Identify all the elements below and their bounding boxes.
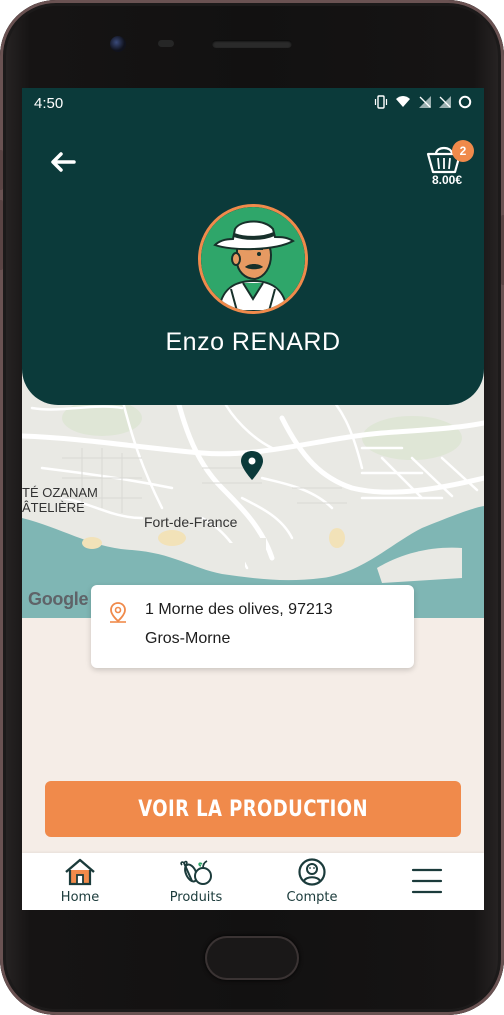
map-label-city: Fort-de-France <box>144 514 238 530</box>
phone-frame: TÉ OZANAM ÂTELIÈRE Fort-de-France Google… <box>0 0 504 1015</box>
produce-icon <box>180 860 212 885</box>
nav-item-home[interactable]: Home <box>42 853 118 910</box>
nav-item-compte[interactable]: Compte <box>272 853 352 910</box>
proximity-sensor <box>158 40 174 47</box>
back-arrow-icon[interactable] <box>48 148 78 176</box>
hamburger-menu-icon <box>411 868 443 894</box>
location-pin-icon <box>110 602 126 623</box>
battery-ring-icon <box>458 95 472 109</box>
google-attribution-logo[interactable]: Google <box>28 589 89 610</box>
earpiece-speaker <box>212 40 292 48</box>
nav-label-compte: Compte <box>286 890 338 905</box>
nav-label-produits: Produits <box>169 890 223 905</box>
cart-total-amount[interactable]: 8.00€ <box>424 173 470 187</box>
side-button-left-2 <box>0 200 3 270</box>
producer-header: 4:50 2 8.00€ Enzo RENARD <box>22 88 484 405</box>
hardware-home-button[interactable] <box>205 936 299 980</box>
address-street: 1 Morne des olives, 97213 <box>145 601 333 618</box>
app-screen: TÉ OZANAM ÂTELIÈRE Fort-de-France Google… <box>22 88 484 910</box>
user-circle-icon <box>298 858 326 886</box>
address-city: Gros-Morne <box>145 630 231 647</box>
status-icons <box>374 95 472 109</box>
map-label-district-1: TÉ OZANAM <box>22 485 98 500</box>
nav-label-home: Home <box>60 890 100 905</box>
front-camera <box>110 36 126 52</box>
map-view[interactable]: TÉ OZANAM ÂTELIÈRE Fort-de-France Google <box>22 378 484 618</box>
house-icon <box>65 858 95 886</box>
status-time: 4:50 <box>34 95 64 112</box>
wifi-icon <box>396 96 410 107</box>
view-production-label: VOIR LA PRODUCTION <box>138 796 368 822</box>
status-bar: 4:50 <box>22 88 484 118</box>
cart-count-badge: 2 <box>452 140 474 162</box>
side-button-left-1 <box>0 150 3 190</box>
producer-avatar <box>198 204 308 314</box>
farmer-portrait-icon <box>201 207 305 311</box>
address-card: 1 Morne des olives, 97213 Gros-Morne <box>91 585 414 668</box>
bottom-navigation: Home Produits Compte <box>22 853 484 910</box>
producer-name: Enzo RENARD <box>165 328 341 356</box>
vibrate-icon <box>374 95 388 109</box>
signal-off-icon-1 <box>419 96 431 108</box>
nav-item-menu[interactable] <box>402 853 452 910</box>
map-label-district-2: ÂTELIÈRE <box>22 500 85 515</box>
nav-item-produits[interactable]: Produits <box>156 853 236 910</box>
signal-off-icon-2 <box>439 96 451 108</box>
view-production-button[interactable]: VOIR LA PRODUCTION <box>45 781 461 837</box>
